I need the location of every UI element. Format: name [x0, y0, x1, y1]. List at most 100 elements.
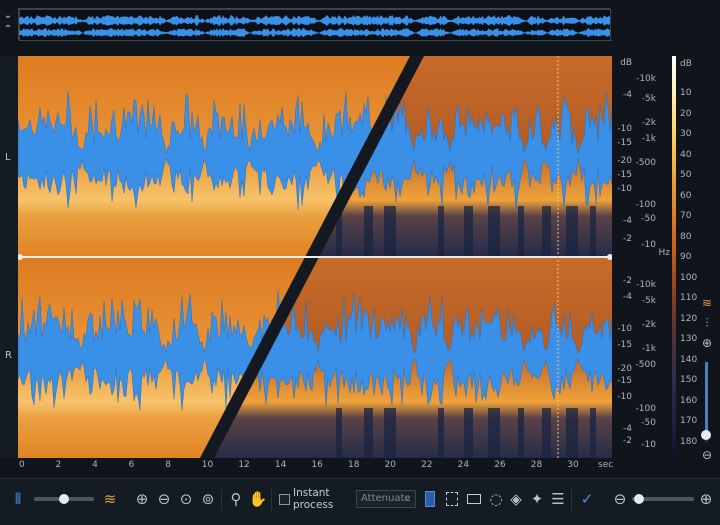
hz-scale-label: -10k — [636, 74, 656, 84]
hz-scale-label: -100 — [635, 200, 656, 210]
chevron-down-icon[interactable]: ⌄ — [2, 10, 14, 22]
hz-scale-label: -5k — [641, 94, 656, 104]
spectral-band — [384, 408, 396, 458]
hz-scale-label: -1k — [641, 344, 656, 354]
time-tick-label: 28 — [530, 460, 543, 470]
db-scale-label: -10 — [617, 392, 632, 402]
zoom-fit-icon[interactable]: ⊚ — [198, 489, 218, 509]
colorbar-label: 60 — [680, 190, 692, 201]
waveform-view-icon[interactable]: ⫴ — [8, 489, 28, 509]
hand-tool-icon[interactable]: ✋ — [248, 489, 268, 509]
spectrogram-view[interactable] — [18, 56, 612, 458]
zoom-out-vertical-icon[interactable]: ⊖ — [698, 448, 716, 462]
horizontal-zoom-knob[interactable] — [634, 494, 644, 504]
spectral-band — [590, 206, 596, 256]
colorbar-label: 10 — [680, 88, 692, 98]
instant-process-checkbox[interactable] — [277, 489, 291, 509]
opacity-slider[interactable] — [34, 494, 94, 504]
vertical-zoom-knob[interactable] — [701, 430, 711, 440]
zoom-in-icon[interactable]: ⊕ — [132, 489, 152, 509]
vertical-zoom-slider[interactable] — [701, 362, 711, 442]
colorbar — [672, 56, 676, 458]
db-scale-label: -15 — [617, 340, 632, 350]
time-tick-label: 18 — [347, 460, 360, 470]
spectral-band — [518, 206, 524, 256]
colorbar-label: 50 — [680, 170, 692, 180]
hz-scale-label: -2k — [641, 118, 656, 128]
overview-waveform[interactable] — [18, 8, 612, 42]
colorbar-label: 30 — [680, 129, 692, 139]
zoom-tool-icon[interactable]: ⚲ — [226, 489, 246, 509]
colorbar-label: 80 — [680, 231, 692, 242]
time-tick-label: 30 — [567, 460, 579, 470]
hz-scale-label: -10k — [636, 280, 656, 290]
hz-scale-label: -10 — [641, 440, 656, 450]
zoom-in-horizontal-icon[interactable]: ⊕ — [698, 489, 714, 509]
brush-selection-icon[interactable]: ◈ — [506, 489, 526, 509]
channel-label-right: R — [5, 350, 12, 361]
frequency-selection-icon[interactable] — [442, 489, 462, 509]
colorbar-label: 70 — [680, 211, 692, 221]
time-tick-label: 14 — [274, 460, 287, 470]
hz-unit-label: Hz — [658, 248, 671, 258]
db-scale-label: dB — [620, 58, 632, 68]
time-selection-icon[interactable] — [420, 489, 440, 509]
waveform-settings-icon[interactable]: ⫶ — [698, 316, 716, 331]
hz-scale-label: -50 — [641, 418, 656, 428]
time-frequency-selection-icon[interactable] — [464, 489, 484, 509]
db-scale-label: -4 — [623, 216, 632, 226]
channel-label-left: L — [5, 152, 11, 163]
horizontal-zoom-slider[interactable] — [632, 494, 694, 504]
zoom-out-horizontal-icon[interactable]: ⊖ — [612, 489, 628, 509]
hz-scale-label: -5k — [641, 296, 656, 306]
spectral-band — [464, 408, 473, 458]
db-scale-label: -10 — [617, 184, 632, 194]
time-tick-label: 20 — [384, 460, 396, 470]
time-axis: 0 2 4 6 8 10 12 14 16 18 20 22 24 26 28 30 sec — [18, 458, 613, 472]
time-tick-label: 16 — [311, 460, 323, 470]
db-scale-label: -10 — [617, 324, 632, 334]
channel-strip: L R — [0, 56, 18, 458]
db-scale-label: -4 — [623, 292, 632, 302]
spectral-band — [566, 408, 578, 458]
time-tick-label: 10 — [201, 460, 214, 470]
spectrogram-graphic — [18, 56, 612, 458]
db-scale-label: -20 — [617, 156, 632, 166]
spectrogram-settings-icon[interactable]: ≋ — [698, 296, 716, 310]
time-tick-label: 22 — [421, 460, 433, 470]
lasso-selection-icon[interactable]: ◌ — [486, 489, 506, 509]
spectral-band — [566, 206, 578, 256]
db-scale-label: -4 — [623, 424, 632, 434]
time-tick-label: 8 — [165, 460, 171, 470]
chevron-updown-icon[interactable]: ⌃ — [2, 24, 14, 36]
spectral-band — [438, 408, 444, 458]
time-tick-label: 26 — [494, 460, 506, 470]
opacity-slider-knob[interactable] — [59, 494, 69, 504]
harmonic-selection-icon[interactable]: ☰ — [548, 489, 568, 509]
zoom-selection-icon[interactable]: ⊙ — [176, 489, 196, 509]
colorbar-unit: dB — [680, 59, 692, 69]
time-tick-label: 12 — [238, 460, 250, 470]
attenuate-select[interactable]: Attenuate ⌄ — [356, 490, 416, 508]
spectrogram-view-icon[interactable]: ≋ — [100, 489, 120, 509]
colorbar-label: 20 — [680, 108, 692, 119]
spectral-band — [542, 408, 551, 458]
hz-scale-label: -500 — [635, 158, 656, 168]
db-scale-label: -20 — [617, 364, 632, 374]
magic-wand-icon[interactable]: ✦ — [527, 489, 547, 509]
hz-scale-label: -1k — [641, 134, 656, 144]
spectral-frequency-icon[interactable]: ✓ — [577, 489, 597, 509]
spectral-band — [488, 408, 500, 458]
time-tick-label: 4 — [92, 460, 98, 470]
bottom-toolbar: ⫴ ≋ ⊕ ⊖ ⊙ ⊚ ⚲ ✋ Instant process Attenuat… — [0, 478, 720, 525]
colorbar-label: 40 — [680, 149, 692, 160]
instant-process-label: Instant process — [293, 487, 334, 511]
zoom-in-vertical-icon[interactable]: ⊕ — [698, 336, 716, 350]
hz-scale-label: -100 — [635, 404, 656, 414]
overview-waveform-graphic — [18, 8, 612, 42]
spectral-band — [464, 206, 473, 256]
db-scale-label: -2 — [623, 276, 632, 286]
time-tick-label: 0 — [19, 460, 25, 470]
spectral-band — [364, 408, 373, 458]
zoom-out-icon[interactable]: ⊖ — [154, 489, 174, 509]
